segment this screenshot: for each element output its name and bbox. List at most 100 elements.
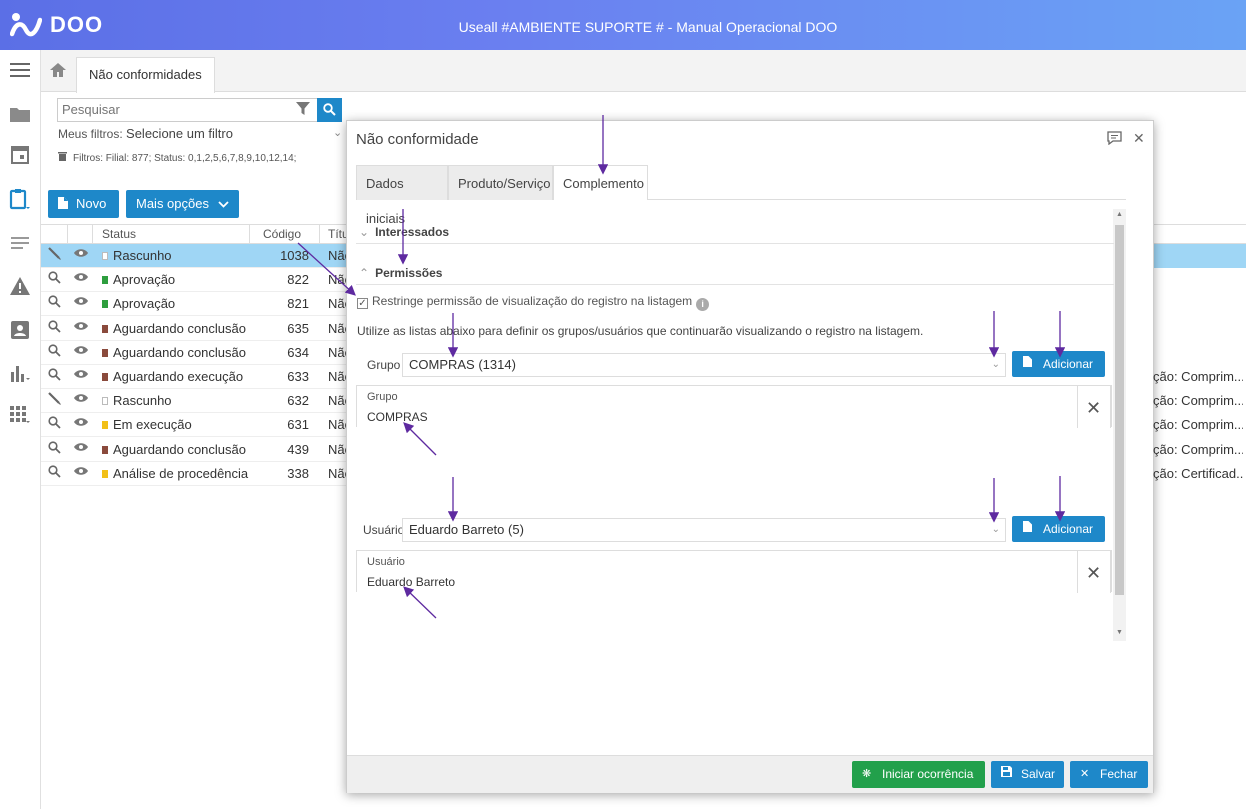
- search-icon[interactable]: [48, 368, 64, 384]
- list-lines-icon[interactable]: [8, 232, 32, 256]
- code-cell: 634: [287, 344, 309, 360]
- eye-icon[interactable]: [74, 368, 88, 382]
- scroll-down-icon[interactable]: ▼: [1116, 629, 1123, 636]
- my-filters-label: Meus filtros:: [58, 127, 123, 141]
- usuario-select[interactable]: Eduardo Barreto (5) ⌄: [402, 518, 1006, 542]
- search-icon[interactable]: [48, 344, 64, 360]
- code-cell: 1038: [280, 248, 309, 263]
- eye-icon[interactable]: [74, 295, 88, 309]
- table-row[interactable]: Aguardando conclusão 635 Não: [41, 317, 352, 341]
- table-row[interactable]: Aprovação 821 Não: [41, 292, 352, 317]
- more-options-button[interactable]: Mais opções: [126, 190, 239, 218]
- table-row[interactable]: Rascunho 632 Não: [41, 389, 352, 414]
- document-icon: [58, 197, 68, 209]
- chevron-down-icon: ⌄: [359, 225, 370, 239]
- comment-icon[interactable]: [1107, 131, 1122, 148]
- clipboard-icon[interactable]: [8, 188, 32, 212]
- search-icon[interactable]: [48, 465, 64, 481]
- eye-icon[interactable]: [74, 465, 88, 479]
- search-icon[interactable]: [48, 416, 64, 432]
- chevron-down-icon: [218, 190, 229, 218]
- save-label: Salvar: [1021, 767, 1056, 781]
- remove-usuario-icon[interactable]: ✕: [1086, 563, 1101, 584]
- save-button[interactable]: Salvar: [991, 761, 1064, 788]
- add-usuario-button[interactable]: Adicionar: [1012, 516, 1105, 542]
- start-occurrence-button[interactable]: ❋ Iniciar ocorrência: [852, 761, 985, 788]
- eye-icon[interactable]: [74, 392, 88, 406]
- modal-scrollbar[interactable]: ▲ ▼: [1113, 209, 1126, 641]
- table-row[interactable]: Em execução 631 Não: [41, 413, 352, 438]
- pencil-icon[interactable]: [48, 247, 64, 263]
- top-bar: DOO Useall #AMBIENTE SUPORTE # - Manual …: [0, 0, 1246, 50]
- code-cell: 635: [287, 320, 309, 336]
- filter-icon[interactable]: [296, 102, 310, 120]
- eye-icon[interactable]: [74, 247, 88, 261]
- row-right-cell: ção: Certificad...: [1153, 465, 1243, 481]
- apps-grid-icon[interactable]: [8, 406, 32, 430]
- tab-dados-iniciais[interactable]: Dados iniciais: [356, 165, 448, 226]
- code-cell: 338: [287, 465, 309, 481]
- eye-icon[interactable]: [74, 416, 88, 430]
- status-color-badge: [102, 373, 108, 381]
- add-grupo-button[interactable]: Adicionar: [1012, 351, 1105, 377]
- eye-icon[interactable]: [74, 344, 88, 358]
- calendar-icon[interactable]: [8, 144, 32, 168]
- section-interessados[interactable]: ⌄ Interessados: [359, 225, 449, 239]
- scroll-up-icon[interactable]: ▲: [1116, 211, 1123, 218]
- close-button[interactable]: ✕ Fechar: [1070, 761, 1148, 788]
- row-right-cell: ção: Comprim...: [1153, 417, 1243, 433]
- modal-tabs: Dados iniciais Produto/Serviço Complemen…: [356, 165, 1126, 226]
- status-cell: Aguardando conclusão: [102, 345, 246, 360]
- search-icon[interactable]: [48, 295, 64, 311]
- folder-icon[interactable]: [8, 104, 32, 128]
- section-permissoes[interactable]: ⌃ Permissões: [359, 266, 442, 280]
- search-icon[interactable]: [48, 319, 64, 336]
- table-row[interactable]: Aguardando conclusão 439 Não: [41, 438, 352, 462]
- warning-icon[interactable]: [8, 276, 32, 300]
- my-filters[interactable]: Meus filtros: Selecione um filtro: [58, 126, 233, 141]
- table-row[interactable]: Rascunho 1038 Não: [41, 244, 352, 268]
- scroll-thumb[interactable]: [1115, 225, 1124, 595]
- eye-icon[interactable]: [74, 320, 88, 334]
- bar-chart-icon[interactable]: [8, 364, 32, 388]
- spinner-icon: ❋: [862, 768, 872, 780]
- search-icon[interactable]: [48, 440, 64, 457]
- pencil-icon[interactable]: [48, 392, 64, 408]
- usuario-list-header: Usuário: [367, 556, 405, 568]
- header-status[interactable]: Status: [102, 227, 136, 241]
- tab-nao-conformidades[interactable]: Não conformidades: [76, 57, 215, 93]
- grupo-select[interactable]: COMPRAS (1314) ⌄: [402, 353, 1006, 377]
- eye-icon[interactable]: [74, 441, 88, 455]
- table-row[interactable]: Aguardando execução 633 Não: [41, 365, 352, 389]
- my-filters-select[interactable]: Selecione um filtro: [126, 126, 233, 141]
- restrict-visibility-checkbox[interactable]: ✓: [357, 298, 368, 309]
- info-icon[interactable]: i: [696, 298, 710, 311]
- search-input[interactable]: [62, 102, 292, 117]
- remove-grupo-icon[interactable]: ✕: [1086, 398, 1101, 419]
- status-cell: Rascunho: [102, 393, 172, 408]
- code-cell: 822: [287, 272, 309, 288]
- table-row[interactable]: Análise de procedência 338 Não: [41, 462, 352, 486]
- table-row[interactable]: Aprovação 822 Não: [41, 268, 352, 293]
- close-icon[interactable]: ✕: [1133, 130, 1145, 147]
- tab-produto-servico[interactable]: Produto/Serviço: [448, 165, 553, 200]
- section-interessados-label: Interessados: [375, 225, 450, 239]
- header-code[interactable]: Código: [263, 227, 301, 241]
- home-icon[interactable]: [49, 62, 67, 80]
- search-icon[interactable]: [48, 271, 64, 287]
- trash-icon[interactable]: [58, 151, 67, 164]
- table-row[interactable]: Aguardando conclusão 634 Não: [41, 341, 352, 365]
- contact-card-icon[interactable]: [8, 320, 32, 344]
- chevron-down-icon[interactable]: ⌄: [333, 126, 342, 139]
- new-button[interactable]: Novo: [48, 190, 119, 218]
- usuario-list-item[interactable]: Eduardo Barreto: [367, 575, 455, 589]
- filter-summary: Filtros: Filial: 877; Status: 0,1,2,5,6,…: [58, 151, 296, 164]
- selected-row-right: [1153, 244, 1246, 268]
- search-button[interactable]: [317, 98, 342, 122]
- grupo-list-item[interactable]: COMPRAS: [367, 410, 428, 424]
- status-color-badge: [102, 300, 108, 309]
- hamburger-menu-icon[interactable]: [8, 60, 32, 84]
- tab-complemento[interactable]: Complemento: [553, 165, 648, 200]
- eye-icon[interactable]: [74, 271, 88, 285]
- restrict-visibility-label: Restringe permissão de visualização do r…: [372, 294, 693, 308]
